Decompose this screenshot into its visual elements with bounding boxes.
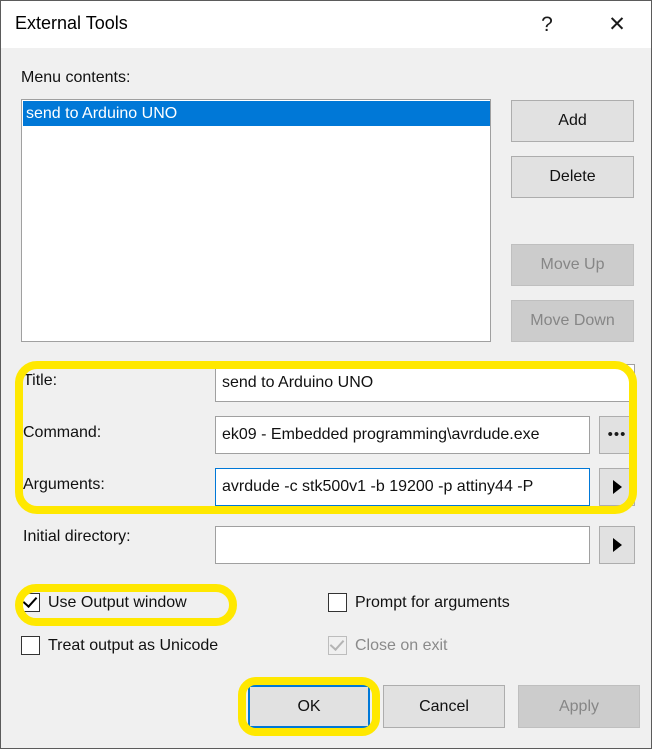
prompt-for-arguments-label: Prompt for arguments [355, 593, 510, 611]
menu-contents-listbox[interactable]: send to Arduino UNO [21, 99, 491, 342]
arguments-menu-button[interactable] [599, 468, 635, 506]
ok-button[interactable]: OK [248, 685, 370, 728]
command-input[interactable]: ek09 - Embedded programming\avrdude.exe [215, 416, 590, 454]
treat-output-as-unicode-label: Treat output as Unicode [48, 636, 219, 654]
menu-contents-label: Menu contents: [21, 69, 131, 86]
checkmark-icon [22, 592, 38, 609]
add-button[interactable]: Add [511, 100, 634, 142]
ellipsis-icon: ••• [607, 426, 627, 443]
close-on-exit-checkbox [328, 635, 347, 655]
use-output-window-label: Use Output window [48, 593, 187, 611]
checkmark-icon [329, 635, 345, 652]
title-bar: External Tools ? ✕ [1, 1, 651, 49]
external-tools-dialog: External Tools ? ✕ Menu contents: send t… [0, 0, 652, 749]
prompt-for-arguments-checkbox-row[interactable]: Prompt for arguments [328, 593, 510, 612]
treat-output-as-unicode-checkbox-row[interactable]: Treat output as Unicode [21, 636, 218, 655]
window-title: External Tools [15, 13, 128, 33]
prompt-for-arguments-checkbox[interactable] [328, 593, 347, 612]
question-mark-icon: ? [541, 12, 553, 36]
close-on-exit-checkbox-row: Close on exit [328, 635, 448, 655]
command-field-label: Command: [23, 424, 102, 441]
use-output-window-checkbox-row[interactable]: Use Output window [21, 592, 187, 612]
move-up-button: Move Up [511, 244, 634, 286]
title-field-label: Title: [23, 372, 58, 389]
use-output-window-checkbox[interactable] [21, 592, 40, 612]
initial-directory-label: Initial directory: [23, 528, 131, 545]
cancel-button[interactable]: Cancel [383, 685, 505, 728]
delete-button[interactable]: Delete [511, 156, 634, 198]
treat-output-as-unicode-checkbox[interactable] [21, 636, 40, 655]
triangle-right-icon [612, 480, 622, 494]
apply-button: Apply [518, 685, 640, 728]
move-down-button: Move Down [511, 300, 634, 342]
close-x-icon: ✕ [608, 12, 626, 36]
close-button[interactable]: ✕ [594, 1, 640, 47]
list-item[interactable]: send to Arduino UNO [23, 101, 490, 126]
help-button[interactable]: ? [524, 1, 570, 47]
title-input[interactable]: send to Arduino UNO [215, 364, 635, 402]
command-browse-button[interactable]: ••• [599, 416, 635, 454]
initial-directory-menu-button[interactable] [599, 526, 635, 564]
triangle-right-icon [612, 538, 622, 552]
arguments-input[interactable]: avrdude -c stk500v1 -b 19200 -p attiny44… [215, 468, 590, 506]
initial-directory-input[interactable] [215, 526, 590, 564]
arguments-field-label: Arguments: [23, 476, 105, 493]
close-on-exit-label: Close on exit [355, 636, 448, 654]
